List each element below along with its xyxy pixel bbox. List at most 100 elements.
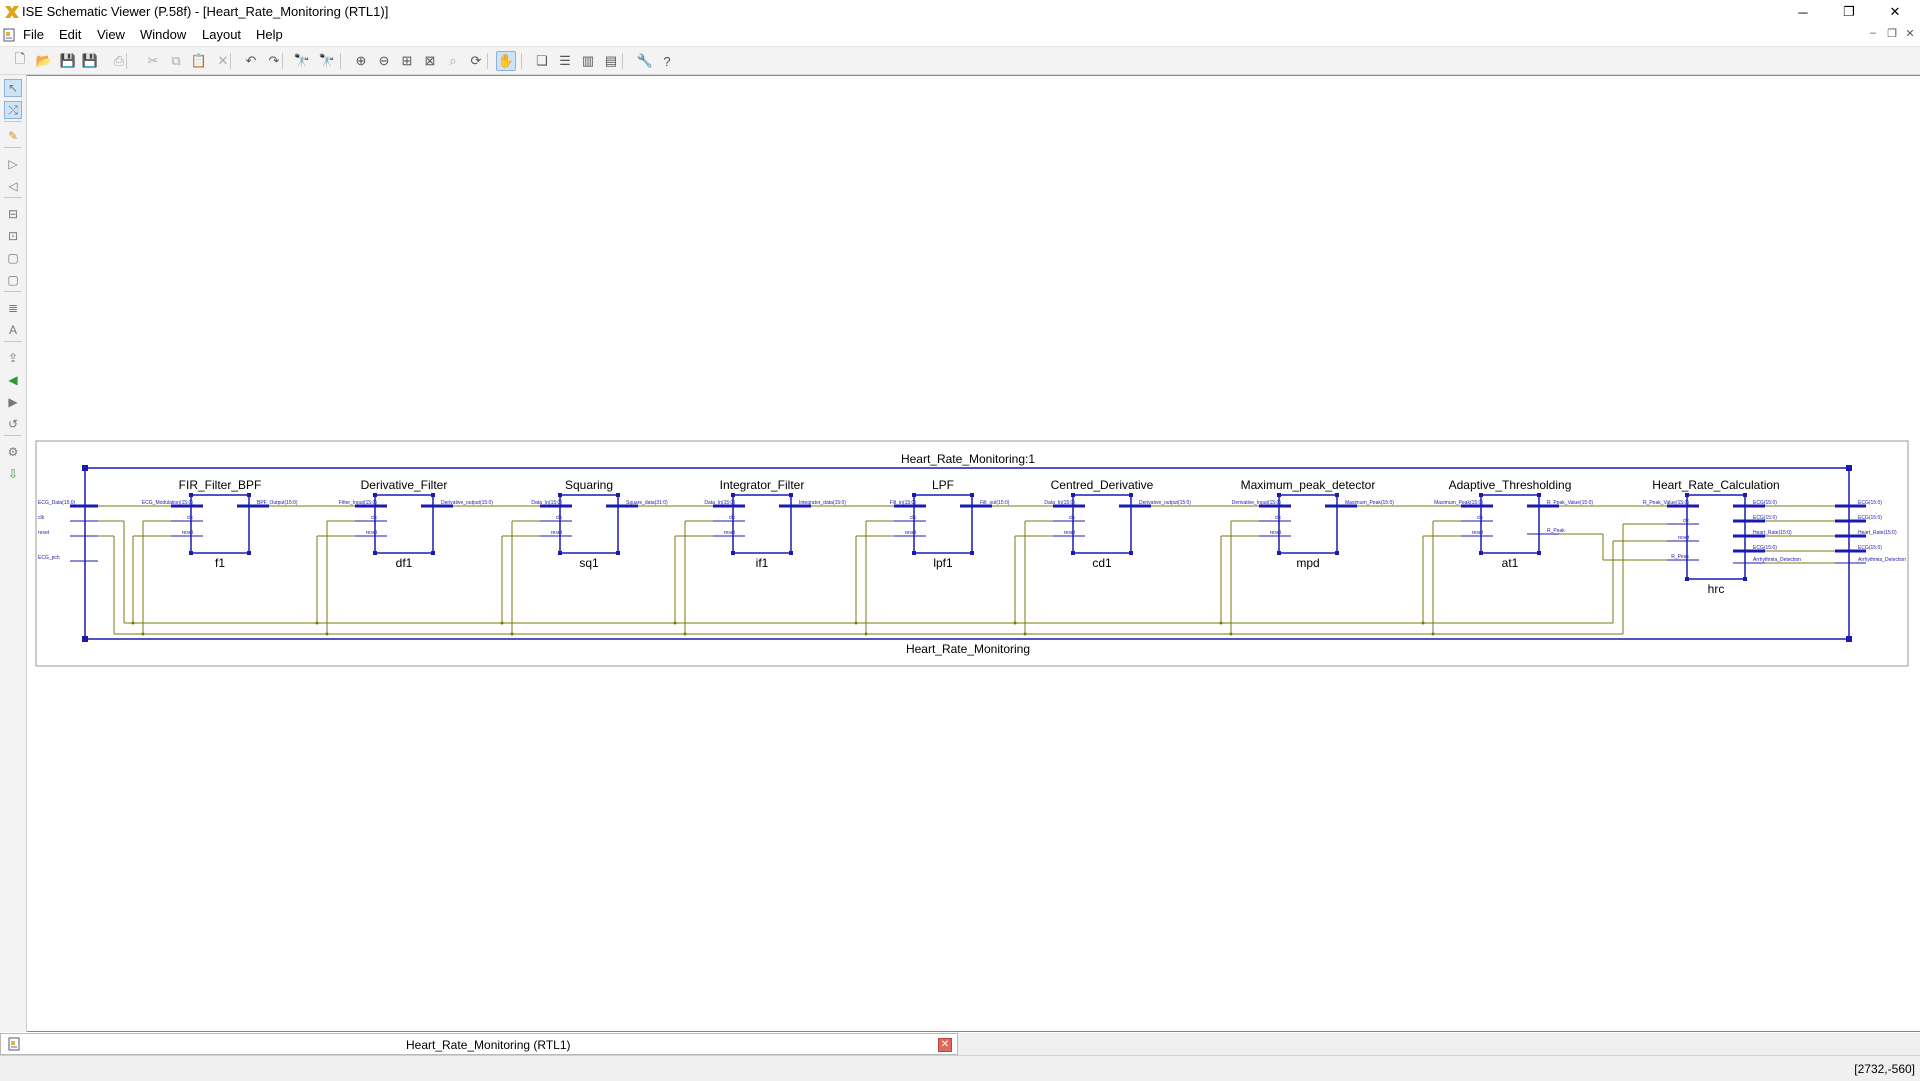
block-output-pin-label: Filt_out(15:0): [980, 500, 1010, 506]
top-input-port-label: reset: [38, 530, 50, 536]
document-icon[interactable]: [2, 28, 16, 42]
block-corner-marker: [970, 493, 974, 497]
top-module-instance-label: Heart_Rate_Monitoring:1: [901, 452, 1035, 466]
save-icon[interactable]: 💾: [58, 51, 78, 71]
pan-icon[interactable]: ✋: [496, 51, 516, 71]
block-input-pin-label: reset: [366, 530, 378, 536]
block-input-pin-label: clk: [371, 515, 378, 521]
block-type-label: LPF: [932, 478, 954, 492]
find-icon[interactable]: 🔭: [292, 51, 312, 71]
module-corner-marker: [1846, 465, 1852, 471]
tool-strip-separator: [4, 341, 22, 342]
tab-close-button[interactable]: ✕: [938, 1038, 952, 1052]
block-lpf1: [913, 494, 973, 554]
mdi-close-button[interactable]: ✕: [1903, 27, 1917, 40]
minimize-window-button[interactable]: ─: [1780, 0, 1826, 24]
block-corner-marker: [1743, 493, 1747, 497]
refresh-icon[interactable]: ⟳: [466, 51, 486, 71]
menu-layout[interactable]: Layout: [202, 27, 241, 42]
wire-junction: [854, 621, 858, 625]
undo-icon[interactable]: ↶: [241, 51, 261, 71]
new-icon[interactable]: 🗋: [10, 51, 30, 71]
block-instance-label: lpf1: [933, 556, 953, 570]
block-corner-marker: [731, 551, 735, 555]
select-tool-icon[interactable]: ↖: [4, 79, 22, 97]
redo-icon[interactable]: ↷: [264, 51, 284, 71]
toolbar-separator: [230, 53, 231, 69]
zoom-area-icon[interactable]: ⌕: [443, 51, 463, 71]
open-icon[interactable]: 📂: [34, 51, 54, 71]
properties-icon[interactable]: ≣: [4, 299, 22, 317]
export-icon[interactable]: ⇩: [4, 465, 22, 483]
schematic-drawing[interactable]: Heart_Rate_Monitoring:1 Heart_Rate_Monito…: [27, 76, 1918, 1031]
copy-icon[interactable]: ⧉: [166, 51, 186, 71]
zoom-in-icon[interactable]: ⊕: [351, 51, 371, 71]
menu-edit[interactable]: Edit: [59, 27, 81, 42]
block-mpd: [1278, 494, 1338, 554]
toolbar-separator: [282, 53, 283, 69]
block-input-pin-label: Filter_Input(15:0): [339, 500, 377, 506]
block-corner-marker: [189, 551, 193, 555]
block-type-label: Integrator_Filter: [720, 478, 805, 492]
zoom-fit-icon[interactable]: ⊞: [397, 51, 417, 71]
mdi-minimize-button[interactable]: –: [1866, 27, 1880, 39]
pop-out-icon[interactable]: ◁: [4, 177, 22, 195]
mdi-restore-button[interactable]: ❐: [1885, 27, 1899, 40]
document-tab-bar: Heart_Rate_Monitoring (RTL1) ✕: [0, 1033, 1920, 1055]
wire-junction: [315, 621, 319, 625]
tile-vertical-icon[interactable]: ▥: [578, 51, 598, 71]
block-corner-marker: [1071, 493, 1075, 497]
instance-icon[interactable]: ⊡: [4, 227, 22, 245]
save-all-icon[interactable]: 💾: [80, 51, 100, 71]
route-tool-icon[interactable]: ⤭: [4, 101, 22, 119]
menu-view[interactable]: View: [97, 27, 125, 42]
cut-icon[interactable]: ✂: [143, 51, 163, 71]
block-corner-marker: [431, 551, 435, 555]
hierarchy-icon[interactable]: ⊟: [4, 205, 22, 223]
block-instance-label: hrc: [1708, 582, 1725, 596]
block-instance-label: df1: [396, 556, 413, 570]
toolbar-separator: [126, 53, 127, 69]
toolbar-separator: [622, 53, 623, 69]
top-output-port-label: ECG(15:0): [1858, 545, 1882, 551]
top-output-port-label: Arrhythmia_Detection: [1858, 557, 1906, 563]
tool-strip-separator: [4, 197, 22, 198]
maximize-window-button[interactable]: ❐: [1826, 0, 1872, 24]
text-icon[interactable]: A: [4, 321, 22, 339]
arrange-icon[interactable]: ▤: [601, 51, 621, 71]
tools-icon[interactable]: 🔧: [635, 51, 655, 71]
block-cd1: [1072, 494, 1132, 554]
tile-horizontal-icon[interactable]: ☰: [555, 51, 575, 71]
tab-heart-rate-monitoring[interactable]: Heart_Rate_Monitoring (RTL1) ✕: [0, 1033, 958, 1055]
wire-junction: [1229, 632, 1233, 636]
menu-window[interactable]: Window: [140, 27, 186, 42]
block-output-pin-label: ECG(15:0): [1753, 500, 1777, 506]
block-output-pin-label: ECG(15:0): [1753, 515, 1777, 521]
paste-icon[interactable]: 📋: [189, 51, 209, 71]
block-input-pin-label: Filt_in(15:0): [890, 500, 917, 506]
forward-icon[interactable]: ▶: [4, 393, 22, 411]
close-window-button[interactable]: ✕: [1872, 0, 1918, 24]
zoom-selection-icon[interactable]: ⊠: [420, 51, 440, 71]
block-instance-label: at1: [1502, 556, 1519, 570]
cascade-icon[interactable]: ❏: [532, 51, 552, 71]
menu-help[interactable]: Help: [256, 27, 283, 42]
zoom-out-icon[interactable]: ⊖: [374, 51, 394, 71]
schematic-canvas[interactable]: Heart_Rate_Monitoring:1 Heart_Rate_Monito…: [27, 75, 1920, 1032]
top-module-name-label: Heart_Rate_Monitoring: [906, 642, 1030, 656]
wire-junction: [141, 632, 145, 636]
block-corner-marker: [1479, 493, 1483, 497]
push-into-icon[interactable]: ▷: [4, 155, 22, 173]
help-context-icon[interactable]: ?: [657, 51, 677, 71]
net-icon[interactable]: ▢: [4, 271, 22, 289]
find-next-icon[interactable]: 🔭: [317, 51, 337, 71]
history-icon[interactable]: ↺: [4, 415, 22, 433]
upload-icon[interactable]: ⇪: [4, 349, 22, 367]
options-icon[interactable]: ⚙: [4, 443, 22, 461]
block-output-pin-label: ECG(15:0): [1753, 545, 1777, 551]
block-df1: [374, 494, 434, 554]
port-icon[interactable]: ▢: [4, 249, 22, 267]
menu-file[interactable]: File: [23, 27, 44, 42]
highlight-tool-icon[interactable]: ✎: [4, 127, 22, 145]
back-icon[interactable]: ◀: [4, 371, 22, 389]
